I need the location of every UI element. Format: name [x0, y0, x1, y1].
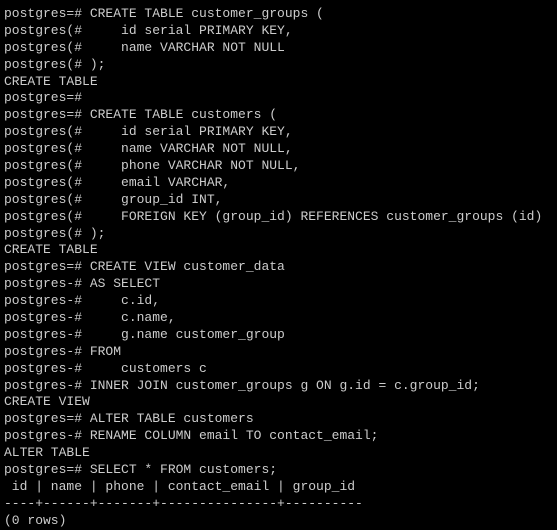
terminal-line: CREATE TABLE: [4, 242, 553, 259]
terminal-line: postgres(# );: [4, 226, 553, 243]
terminal-line: ----+------+-------+---------------+----…: [4, 496, 553, 513]
terminal-line: postgres(# );: [4, 57, 553, 74]
terminal-line: postgres(# name VARCHAR NOT NULL: [4, 40, 553, 57]
terminal-line: postgres=# CREATE TABLE customers (: [4, 107, 553, 124]
terminal-line: postgres=# ALTER TABLE customers: [4, 411, 553, 428]
terminal-line: postgres(# phone VARCHAR NOT NULL,: [4, 158, 553, 175]
terminal-line: postgres=# CREATE VIEW customer_data: [4, 259, 553, 276]
terminal-line: id | name | phone | contact_email | grou…: [4, 479, 553, 496]
terminal-line: CREATE TABLE: [4, 74, 553, 91]
terminal-line: postgres(# id serial PRIMARY KEY,: [4, 23, 553, 40]
terminal-line: (0 rows): [4, 513, 553, 530]
terminal-line: postgres-# FROM: [4, 344, 553, 361]
terminal-line: postgres(# email VARCHAR,: [4, 175, 553, 192]
terminal-line: postgres-# customers c: [4, 361, 553, 378]
terminal-line: postgres-# INNER JOIN customer_groups g …: [4, 378, 553, 395]
terminal-line: postgres(# id serial PRIMARY KEY,: [4, 124, 553, 141]
terminal-line: CREATE VIEW: [4, 394, 553, 411]
terminal-line: postgres(# name VARCHAR NOT NULL,: [4, 141, 553, 158]
terminal-line: postgres=# CREATE TABLE customer_groups …: [4, 6, 553, 23]
terminal-line: postgres-# RENAME COLUMN email TO contac…: [4, 428, 553, 445]
terminal-line: postgres(# FOREIGN KEY (group_id) REFERE…: [4, 209, 553, 226]
terminal-line: postgres-# c.name,: [4, 310, 553, 327]
terminal-line: ALTER TABLE: [4, 445, 553, 462]
terminal-output[interactable]: postgres=# CREATE TABLE customer_groups …: [0, 0, 557, 507]
terminal-line: postgres(# group_id INT,: [4, 192, 553, 209]
terminal-line: postgres-# AS SELECT: [4, 276, 553, 293]
terminal-line: postgres=#: [4, 90, 553, 107]
terminal-line: postgres-# g.name customer_group: [4, 327, 553, 344]
terminal-line: postgres=# SELECT * FROM customers;: [4, 462, 553, 479]
terminal-line: postgres-# c.id,: [4, 293, 553, 310]
